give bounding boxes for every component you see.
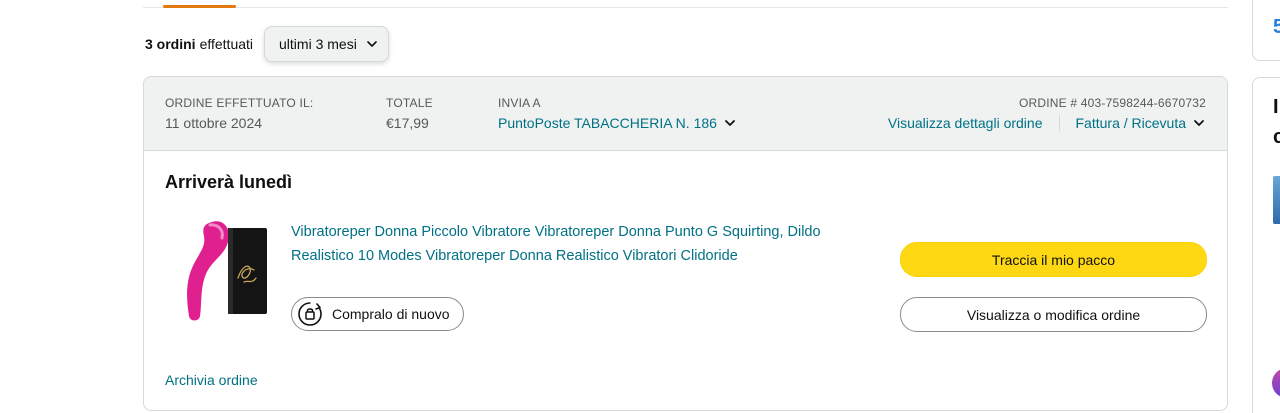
order-details-link[interactable]: Visualizza dettagli ordine (888, 115, 1043, 131)
time-range-select[interactable]: ultimi 3 mesi (264, 26, 389, 62)
view-edit-order-button[interactable]: Visualizza o modifica ordine (900, 297, 1207, 332)
order-body: Arriverà lunedì Vibratoreper Donna Picco… (144, 151, 1227, 410)
order-tabs-strip (143, 0, 1228, 8)
order-total-col: TOTALE €17,99 (386, 96, 433, 131)
order-number-col: ORDINE # 403-7598244-6670732 Visualizza … (888, 96, 1206, 131)
side-panel-thumbnail[interactable] (1273, 176, 1280, 224)
order-number: ORDINE # 403-7598244-6670732 (1018, 96, 1206, 110)
time-range-value: ultimi 3 mesi (279, 36, 357, 52)
ship-to-value: PuntoPoste TABACCHERIA N. 186 (498, 115, 717, 131)
chevron-down-icon (367, 41, 377, 47)
orders-filter-row: 3 ordini effettuati ultimi 3 mesi (145, 26, 389, 62)
side-panel-top-glyph: 5 (1273, 16, 1280, 38)
track-package-button[interactable]: Traccia il mio pacco (900, 242, 1207, 277)
orders-page: 3 ordini effettuati ultimi 3 mesi ORDINE… (0, 0, 1280, 413)
ship-to-col: INVIA A PuntoPoste TABACCHERIA N. 186 (498, 96, 737, 131)
buy-again-button[interactable]: Compralo di nuovo (291, 297, 464, 331)
buy-again-icon (298, 302, 322, 326)
order-total-value: €17,99 (386, 115, 429, 131)
ship-to-link[interactable]: PuntoPoste TABACCHERIA N. 186 (498, 115, 737, 131)
order-count-suffix: effettuati (199, 36, 254, 52)
link-divider (1058, 115, 1060, 131)
chevron-down-icon (1194, 120, 1204, 126)
arrival-status: Arriverà lunedì (165, 172, 293, 192)
side-panel-title-line2: c (1273, 126, 1280, 148)
order-card: ORDINE EFFETTUATO IL: 11 ottobre 2024 TO… (143, 76, 1228, 411)
product-image[interactable] (172, 216, 277, 326)
order-placed-label: ORDINE EFFETTUATO IL: (165, 96, 314, 110)
order-total-label: TOTALE (386, 96, 433, 110)
archive-order-link[interactable]: Archivia ordine (165, 372, 258, 388)
invoice-link[interactable]: Fattura / Ricevuta (1076, 115, 1207, 131)
invoice-link-label: Fattura / Ricevuta (1075, 115, 1187, 131)
order-header-links: Visualizza dettagli ordine Fattura / Ric… (888, 115, 1206, 131)
order-placed-col: ORDINE EFFETTUATO IL: 11 ottobre 2024 (165, 96, 313, 131)
product-title-link[interactable]: Vibratoreper Donna Piccolo Vibratore Vib… (291, 221, 866, 268)
buy-again-label: Compralo di nuovo (332, 306, 450, 322)
ship-to-label: INVIA A (498, 96, 541, 110)
active-tab-indicator (163, 5, 236, 8)
side-panel-title-line1: I (1273, 96, 1279, 118)
order-count: 3 ordini (145, 36, 196, 52)
order-header: ORDINE EFFETTUATO IL: 11 ottobre 2024 TO… (144, 77, 1227, 151)
chevron-down-icon (725, 120, 735, 126)
order-placed-date: 11 ottobre 2024 (165, 115, 263, 131)
